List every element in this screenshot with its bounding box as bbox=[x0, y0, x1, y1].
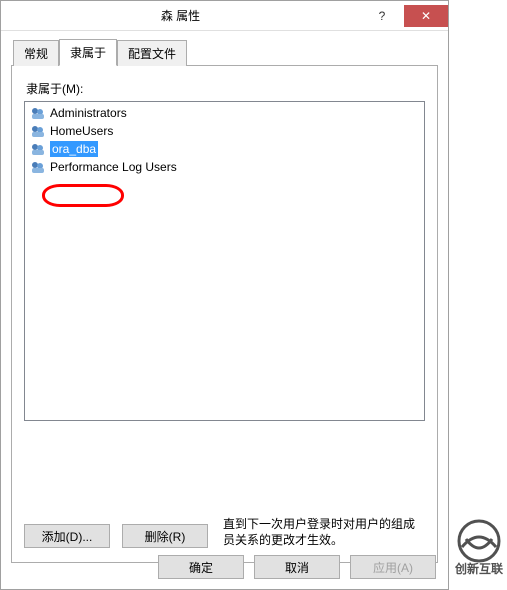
apply-button[interactable]: 应用(A) bbox=[350, 555, 436, 579]
remove-button[interactable]: 删除(R) bbox=[122, 524, 208, 548]
properties-dialog: 森 属性 ? ✕ 常规 隶属于 配置文件 隶属于(M): Administrat… bbox=[0, 0, 449, 590]
help-button[interactable]: ? bbox=[360, 5, 404, 27]
list-item[interactable]: Administrators bbox=[27, 104, 422, 122]
group-actions: 添加(D)... 删除(R) bbox=[24, 524, 208, 548]
cancel-button[interactable]: 取消 bbox=[254, 555, 340, 579]
question-icon: ? bbox=[379, 9, 386, 23]
list-item[interactable]: Performance Log Users bbox=[27, 158, 422, 176]
client-area: 常规 隶属于 配置文件 隶属于(M): Administrators bbox=[1, 31, 448, 573]
list-item-label: Performance Log Users bbox=[50, 159, 177, 175]
tab-strip: 常规 隶属于 配置文件 bbox=[13, 39, 438, 65]
close-button[interactable]: ✕ bbox=[404, 5, 448, 27]
list-item-label: Administrators bbox=[50, 105, 127, 121]
list-item-selected[interactable]: ora_dba bbox=[27, 140, 422, 158]
groups-label: 隶属于(M): bbox=[26, 80, 425, 97]
tab-profile[interactable]: 配置文件 bbox=[117, 40, 187, 66]
list-item[interactable]: HomeUsers bbox=[27, 122, 422, 140]
list-item-label: ora_dba bbox=[50, 141, 98, 157]
hint-text: 直到下一次用户登录时对用户的组成员关系的更改才生效。 bbox=[223, 516, 423, 548]
group-icon bbox=[30, 123, 46, 139]
group-icon bbox=[30, 105, 46, 121]
group-icon bbox=[30, 159, 46, 175]
window-title: 森 属性 bbox=[1, 7, 360, 24]
group-icon bbox=[30, 141, 46, 157]
titlebar: 森 属性 ? ✕ bbox=[1, 1, 448, 31]
close-icon: ✕ bbox=[421, 9, 431, 23]
tab-general[interactable]: 常规 bbox=[13, 40, 59, 66]
groups-listbox[interactable]: Administrators HomeUsers ora_dba bbox=[24, 101, 425, 421]
tab-panel-memberof: 隶属于(M): Administrators HomeUsers bbox=[11, 65, 438, 563]
add-button[interactable]: 添加(D)... bbox=[24, 524, 110, 548]
watermark-logo: 创新互联 bbox=[447, 517, 507, 584]
tab-memberof[interactable]: 隶属于 bbox=[59, 39, 117, 66]
ok-button[interactable]: 确定 bbox=[158, 555, 244, 579]
dialog-footer: 确定 取消 应用(A) bbox=[158, 555, 436, 579]
tab-container: 常规 隶属于 配置文件 隶属于(M): Administrators bbox=[11, 39, 438, 563]
list-item-label: HomeUsers bbox=[50, 123, 113, 139]
watermark-text: 创新互联 bbox=[454, 561, 503, 576]
